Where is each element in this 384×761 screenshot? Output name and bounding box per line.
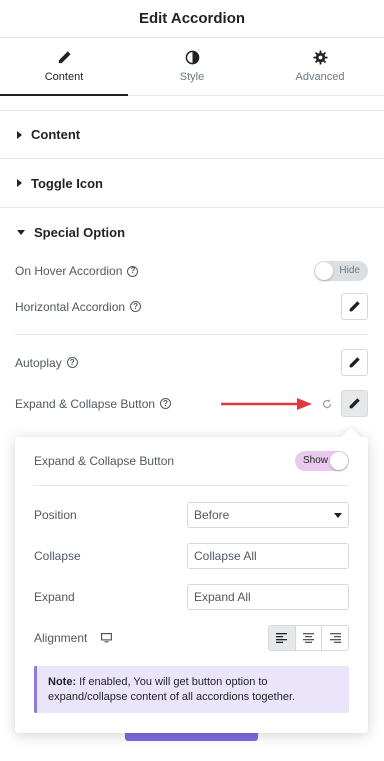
help-icon[interactable]: ? <box>66 357 78 368</box>
collapse-row: Collapse Collapse All <box>34 543 349 569</box>
tab-style-label: Style <box>179 71 205 83</box>
horizontal-accordion-edit-button[interactable] <box>341 293 368 320</box>
section-content-label: Content <box>31 127 81 142</box>
section-special-option-label: Special Option <box>34 224 126 240</box>
show-toggle-text: Show <box>303 455 329 466</box>
caret-right-icon <box>17 179 22 187</box>
toggle-knob <box>315 262 333 280</box>
chevron-down-icon <box>334 512 342 518</box>
collapse-label: Collapse <box>34 549 81 563</box>
align-center-button[interactable] <box>295 626 323 650</box>
expand-row: Expand Expand All <box>34 584 349 610</box>
align-center-icon <box>303 633 314 643</box>
collapse-text-value: Collapse All <box>194 549 257 563</box>
desktop-icon[interactable] <box>101 633 113 643</box>
alignment-button-group <box>268 625 349 651</box>
caret-down-icon <box>17 229 25 235</box>
tab-advanced[interactable]: Advanced <box>256 38 384 95</box>
autoplay-label: Autoplay <box>15 355 62 370</box>
pencil-icon <box>349 301 360 312</box>
alignment-row: Alignment <box>34 625 349 651</box>
expand-collapse-row: Expand & Collapse Button ? <box>15 390 368 417</box>
tab-content-label: Content <box>44 71 84 83</box>
alignment-label: Alignment <box>34 631 88 645</box>
align-right-button[interactable] <box>322 626 348 650</box>
info-note: Note: If enabled, You will get button op… <box>34 666 349 713</box>
expand-text-value: Expand All <box>194 590 251 604</box>
red-arrow-icon <box>221 397 312 410</box>
panel-header: Edit Accordion <box>0 0 384 38</box>
update-button[interactable] <box>125 733 258 741</box>
align-left-icon <box>276 633 288 643</box>
position-row: Position Before <box>34 502 349 528</box>
section-toggle-icon[interactable]: Toggle Icon <box>0 159 384 208</box>
align-right-icon <box>329 633 341 643</box>
position-label: Position <box>34 508 77 522</box>
expand-label: Expand <box>34 590 75 604</box>
horizontal-accordion-row: Horizontal Accordion ? <box>15 293 368 320</box>
divider <box>15 334 368 335</box>
autoplay-row: Autoplay ? <box>15 349 368 376</box>
expand-text-field[interactable]: Expand All <box>187 584 349 610</box>
collapse-text-field[interactable]: Collapse All <box>187 543 349 569</box>
help-icon[interactable]: ? <box>127 265 139 277</box>
autoplay-edit-button[interactable] <box>341 349 368 376</box>
note-prefix: Note: <box>48 676 77 688</box>
toggle-knob <box>330 452 348 470</box>
section-special-option-header[interactable]: Special Option <box>15 208 368 256</box>
position-select-value: Before <box>194 508 230 522</box>
pencil-icon <box>58 51 71 64</box>
caret-right-icon <box>17 130 22 139</box>
help-icon[interactable]: ? <box>130 301 142 312</box>
on-hover-toggle[interactable]: Hide <box>314 261 368 281</box>
popover-title: Expand & Collapse Button <box>34 454 175 468</box>
section-toggle-icon-label: Toggle Icon <box>31 175 103 191</box>
show-toggle[interactable]: Show <box>295 451 349 471</box>
note-text: If enabled, You will get button option t… <box>48 676 296 703</box>
gear-icon <box>312 50 328 65</box>
on-hover-toggle-text: Hide <box>339 265 360 276</box>
tab-bar: Content Style Advanced <box>0 38 384 96</box>
on-hover-accordion-row: On Hover Accordion ? Hide <box>15 261 368 281</box>
horizontal-accordion-label: Horizontal Accordion <box>15 299 126 314</box>
position-select[interactable]: Before <box>187 502 349 528</box>
popover-header-row: Expand & Collapse Button Show <box>34 437 349 486</box>
reset-icon[interactable] <box>321 398 333 410</box>
tab-style[interactable]: Style <box>128 38 256 95</box>
expand-collapse-label: Expand & Collapse Button <box>15 396 156 411</box>
on-hover-accordion-label: On Hover Accordion <box>15 264 123 278</box>
expand-collapse-popover: Expand & Collapse Button Show Position B… <box>15 437 368 733</box>
tab-content[interactable]: Content <box>0 38 128 96</box>
pencil-icon <box>349 398 360 409</box>
section-special-option: Special Option On Hover Accordion ? Hide… <box>0 208 384 417</box>
section-content[interactable]: Content <box>0 110 384 159</box>
align-left-button[interactable] <box>269 626 296 650</box>
tab-advanced-label: Advanced <box>295 71 345 83</box>
help-icon[interactable]: ? <box>160 398 172 409</box>
pencil-icon <box>349 357 360 368</box>
expand-collapse-edit-button[interactable] <box>341 390 368 417</box>
half-circle-icon <box>185 50 199 65</box>
panel-title: Edit Accordion <box>138 10 246 27</box>
